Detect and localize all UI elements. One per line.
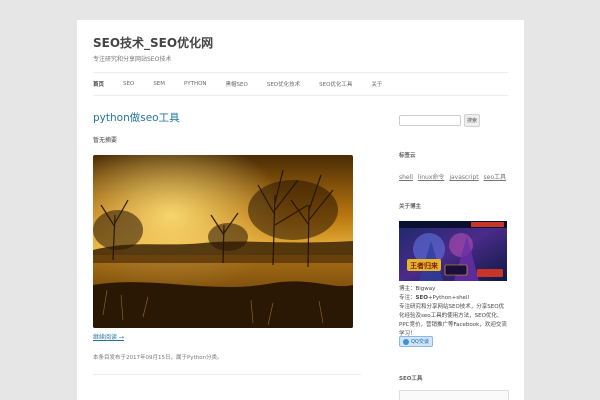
tag-link[interactable]: javascript [449,174,478,181]
tag-link[interactable]: linux命令 [418,174,445,181]
about-author: 博主：Bigway [399,286,436,292]
game-banner-image[interactable]: 王者归来 [399,221,507,281]
about-text: 博主：Bigway 专注：SEO+Python+shell 专注研究和分享网站S… [399,285,509,339]
nav-item-sem[interactable]: SEM [153,81,165,87]
main-content: python做seo工具 暂无摘要 继续阅读 → 本条目发布于2017年09月1… [93,110,363,375]
sidebar: 搜索 标签云 shell linux命令 javascript seo工具 关于… [399,114,509,400]
about-focus: 专注：SEO+Python+shell [399,294,509,303]
site-description: 专注研究和分享网站SEO技术 [93,56,172,63]
main-navigation: 首页 SEO SEM Python 黑帽SEO SEO优化技术 SEO优化工具 … [93,72,508,96]
seo-tools-widget-box [399,390,509,400]
about-focus-prefix: 专注： [399,295,416,301]
search-button[interactable]: 搜索 [464,114,480,127]
nav-item-seo-tech[interactable]: SEO优化技术 [267,80,300,88]
about-description: 专注研究和分享网站SEO技术，分享SEO优化经验及seo工具的使用方法，SEO优… [399,304,507,337]
tag-link[interactable]: seo工具 [484,174,507,181]
post-divider [93,374,361,375]
site-title[interactable]: SEO技术_SEO优化网 [93,34,213,51]
search-input[interactable] [399,115,461,126]
tag-cloud: shell linux命令 javascript seo工具 [399,172,509,181]
nav-item-about[interactable]: 关于 [371,80,382,88]
qq-icon [403,338,409,345]
about-widget-title: 关于博主 [399,204,422,210]
qq-label: QQ交谈 [411,339,429,345]
lake-trees-image [93,155,353,328]
page-container: SEO技术_SEO优化网 专注研究和分享网站SEO技术 首页 SEO SEM P… [77,20,524,400]
read-more-link[interactable]: 继续阅读 → [93,332,124,341]
tag-link[interactable]: shell [399,174,413,181]
post-meta: 本条目发布于2017年09月15日，属于Python分类。 [93,355,223,361]
post-title[interactable]: python做seo工具 [93,110,363,125]
seo-tools-widget-title: SEO工具 [399,376,423,382]
tags-widget-title: 标签云 [399,153,416,159]
about-focus-suffix: +Python+shell [427,295,469,301]
post-excerpt: 暂无摘要 [93,137,118,144]
banner-text: 王者归来 [410,261,439,270]
search-widget: 搜索 [399,114,509,127]
qq-chat-button[interactable]: QQ交谈 [399,336,433,347]
post-featured-image[interactable] [93,155,353,328]
about-focus-seo: SEO [415,295,428,301]
nav-item-home[interactable]: 首页 [93,80,104,88]
banner-artwork: 王者归来 [399,221,507,281]
nav-item-seo-tools[interactable]: SEO优化工具 [319,80,352,88]
nav-item-blackhat-seo[interactable]: 黑帽SEO [226,80,248,88]
nav-item-python[interactable]: Python [184,81,207,87]
nav-item-seo[interactable]: SEO [123,81,134,87]
